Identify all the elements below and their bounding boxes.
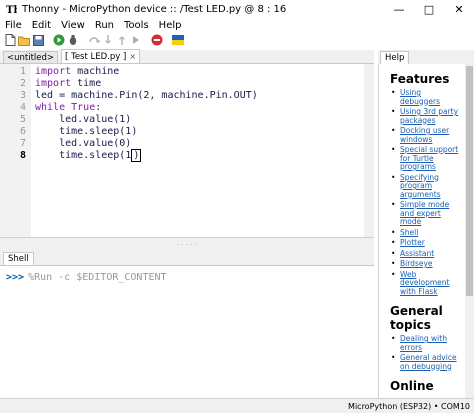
- line-number: 4: [19, 102, 26, 113]
- help-link[interactable]: Using 3rd party packages: [390, 107, 462, 125]
- menu-tools[interactable]: Tools: [119, 20, 154, 31]
- resume-icon[interactable]: [130, 34, 142, 46]
- step-into-icon[interactable]: [102, 34, 114, 46]
- menu-file[interactable]: File: [0, 20, 27, 31]
- help-link[interactable]: Dealing with errors: [390, 334, 462, 352]
- help-scrollbar-thumb[interactable]: [466, 66, 473, 296]
- shell-prompt: >>>: [6, 272, 25, 283]
- help-link[interactable]: Web development with Flask: [390, 270, 462, 297]
- tab-label: <untitled>: [7, 52, 55, 63]
- line-number-gutter: 1 2 3 4 5 6 7 8: [0, 64, 31, 237]
- line-number: 2: [19, 78, 26, 89]
- help-link[interactable]: Special support for Turtle programs: [390, 145, 462, 172]
- code-line: import time: [35, 78, 102, 89]
- debug-icon[interactable]: [67, 34, 79, 46]
- help-panel: Features Using debuggers Using 3rd party…: [378, 64, 474, 398]
- code-line: led.value(0): [35, 138, 132, 149]
- tab-label: [ Test LED.py ]: [65, 51, 127, 62]
- line-number: 7: [19, 138, 26, 149]
- editor-vertical-scrollbar[interactable]: [364, 64, 374, 237]
- text-cursor: ): [131, 149, 142, 162]
- help-link[interactable]: Assistant: [390, 249, 462, 259]
- line-number: 3: [19, 90, 26, 101]
- code-editor[interactable]: 1 2 3 4 5 6 7 8 import machine import ti…: [0, 64, 374, 238]
- tab-untitled[interactable]: <untitled>: [3, 51, 59, 63]
- line-number-current: 8: [19, 150, 26, 161]
- menu-help[interactable]: Help: [154, 20, 187, 31]
- status-bar: MicroPython (ESP32) • COM10: [0, 398, 474, 413]
- shell-tab-bar: Shell: [0, 252, 374, 266]
- help-scrollbar[interactable]: [465, 64, 474, 398]
- help-link[interactable]: Using debuggers: [390, 88, 462, 106]
- code-line: led.value(1): [35, 114, 132, 125]
- help-link[interactable]: Simple mode and expert mode: [390, 200, 462, 227]
- maximize-button[interactable]: □: [414, 0, 444, 18]
- stop-icon[interactable]: [151, 34, 163, 46]
- title-bar: Th Thonny - MicroPython device :: /Test …: [0, 0, 474, 18]
- editor-tab-bar: <untitled> [ Test LED.py ] ×: [0, 49, 374, 64]
- line-number: 1: [19, 66, 26, 77]
- window-title: Thonny - MicroPython device :: /Test LED…: [22, 3, 287, 15]
- menu-edit[interactable]: Edit: [27, 20, 56, 31]
- step-out-icon[interactable]: [116, 34, 128, 46]
- code-line: led = machine.Pin(2, machine.Pin.OUT): [35, 90, 258, 101]
- close-button[interactable]: ✕: [444, 0, 474, 18]
- help-section-title: Online: [390, 379, 434, 393]
- close-tab-icon[interactable]: ×: [129, 52, 136, 61]
- code-line: time.sleep(1): [35, 126, 138, 137]
- help-tab-bar: Help: [378, 50, 474, 64]
- save-icon[interactable]: [32, 34, 44, 46]
- minimize-button[interactable]: —: [384, 0, 414, 18]
- step-over-icon[interactable]: [88, 34, 100, 46]
- help-link[interactable]: Birdseye: [390, 259, 462, 269]
- code-line-current: time.sleep(1): [35, 149, 142, 162]
- thonny-app-icon: Th: [4, 2, 18, 16]
- code-line: while True:: [35, 102, 102, 113]
- help-section-title: Features: [390, 72, 450, 86]
- shell-command: %Run -c $EDITOR_CONTENT: [28, 272, 167, 283]
- shell-console[interactable]: >>> %Run -c $EDITOR_CONTENT: [0, 266, 374, 398]
- line-number: 5: [19, 114, 26, 125]
- help-link[interactable]: Specifying program arguments: [390, 173, 462, 200]
- tab-test-led[interactable]: [ Test LED.py ] ×: [61, 49, 141, 63]
- menu-bar: File Edit View Run Tools Help: [0, 18, 474, 32]
- code-line: import machine: [35, 66, 120, 77]
- menu-run[interactable]: Run: [90, 20, 119, 31]
- help-link[interactable]: Shell: [390, 228, 462, 238]
- help-link-list: Using debuggers Using 3rd party packages…: [390, 88, 474, 297]
- toolbar: [0, 32, 474, 48]
- svg-text:Th: Th: [6, 5, 17, 15]
- interpreter-status[interactable]: MicroPython (ESP32) • COM10: [348, 402, 470, 411]
- ukraine-flag-icon[interactable]: [172, 34, 184, 46]
- help-link[interactable]: General advice on debugging: [390, 353, 462, 371]
- menu-view[interactable]: View: [56, 20, 90, 31]
- run-icon[interactable]: [53, 34, 65, 46]
- help-link[interactable]: Docking user windows: [390, 126, 462, 144]
- new-file-icon[interactable]: [4, 34, 16, 46]
- open-file-icon[interactable]: [18, 34, 30, 46]
- help-link-list: Dealing with errors General advice on de…: [390, 334, 474, 371]
- code-area[interactable]: import machine import time led = machine…: [31, 64, 374, 237]
- tab-shell[interactable]: Shell: [3, 252, 34, 265]
- help-section-title: General topics: [390, 304, 443, 332]
- line-number: 6: [19, 126, 26, 137]
- tab-help[interactable]: Help: [380, 51, 410, 64]
- help-link[interactable]: Plotter: [390, 238, 462, 248]
- pane-splitter[interactable]: · · · · ·: [0, 238, 374, 252]
